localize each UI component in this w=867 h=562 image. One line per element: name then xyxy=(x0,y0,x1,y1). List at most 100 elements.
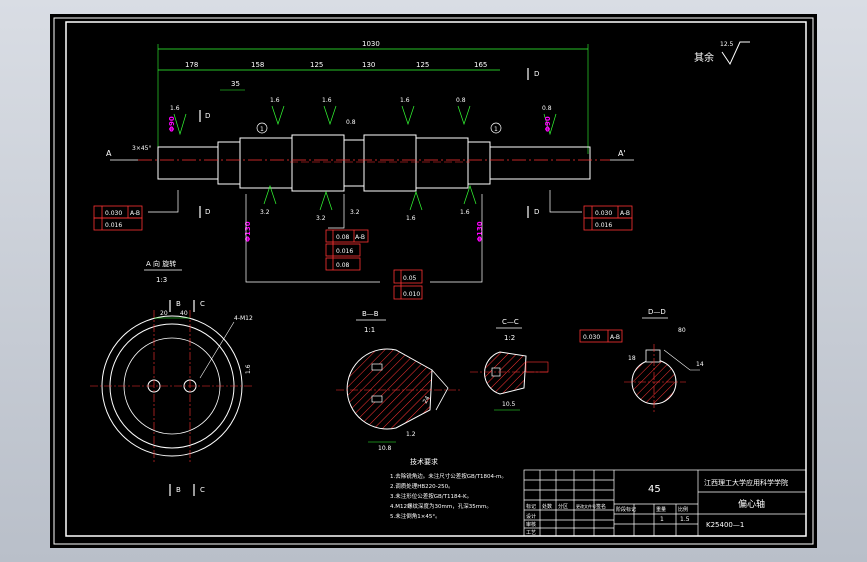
section-cc: C—C 1:2 10.5 xyxy=(470,318,549,411)
section-label-left: A xyxy=(106,149,112,158)
cut-label-2: D xyxy=(205,208,210,216)
tb-drawing-no: K25400—1 xyxy=(706,521,744,529)
tol-center-2-value: 0.016 xyxy=(336,248,353,255)
section-bb-dim-1: 10.8 xyxy=(378,445,392,452)
surface-rest-label: 其余 xyxy=(694,51,714,64)
segment-dim-4: 130 xyxy=(362,61,375,69)
tb-scale-b: 1.5 xyxy=(680,516,690,523)
cut-label-4: D xyxy=(534,208,539,216)
main-shaft-view: 1030 178 158 125 130 125 165 35 A A' 3×4… xyxy=(106,40,634,283)
cut-label-1: D xyxy=(205,112,210,120)
tb-row-label-1: 标记 xyxy=(526,503,536,510)
notes-heading: 技术要求 xyxy=(410,457,438,466)
roughness-callout-2: 1.6 xyxy=(270,97,280,104)
end-label-b-bottom: B xyxy=(176,486,181,494)
end-dim-1: 20 xyxy=(160,310,168,317)
diameter-label-left: Φ90 xyxy=(168,116,176,132)
diameter-label-bottom-left: Φ130 xyxy=(244,221,252,242)
roughness-callout-3: 1.6 xyxy=(322,97,332,104)
tb-col-label-2: 审核 xyxy=(526,521,536,528)
segment-dim-2: 158 xyxy=(251,61,264,69)
end-label-b-top: B xyxy=(176,300,181,308)
tb-col-label-3: 工艺 xyxy=(526,530,536,536)
tol-bottom-1-value: 0.05 xyxy=(403,275,417,282)
segment-dim-1: 178 xyxy=(185,61,198,69)
section-dd-dim-2: 18 xyxy=(628,355,636,362)
end-view-title: A 向 旋转 xyxy=(146,259,176,268)
tb-stage-label-3: 比例 xyxy=(678,506,688,513)
svg-text:12.5: 12.5 xyxy=(720,41,734,48)
surface-rest-symbol: 12.5 xyxy=(720,41,750,66)
roughness-callout-12: 3.2 xyxy=(350,209,360,216)
diameter-label-right: Φ90 xyxy=(544,116,552,132)
tol-right-1-value: 0.030 xyxy=(595,210,612,217)
section-bb-dim-2: 1.2 xyxy=(406,431,416,438)
notes-line-2: 2.调质处理HB220-250。 xyxy=(390,482,454,490)
notes-line-1: 1.去除锐角边。未注尺寸公差按GB/T1804-m。 xyxy=(390,472,507,480)
section-bb-title: B—B xyxy=(362,310,379,318)
tol-center-1-value: 0.08 xyxy=(336,234,350,241)
tb-row-label-3: 分区 xyxy=(558,503,568,510)
tol-center-1-datum: A-B xyxy=(355,234,365,241)
technical-notes: 技术要求 1.去除锐角边。未注尺寸公差按GB/T1804-m。 2.调质处理HB… xyxy=(390,457,507,520)
roughness-callout-7: 3.2 xyxy=(260,209,270,216)
section-cc-title: C—C xyxy=(502,318,519,326)
roughness-callout-6: 0.8 xyxy=(542,105,552,112)
section-cc-scale: 1:2 xyxy=(504,334,515,342)
end-label-c-bottom: C xyxy=(200,486,205,494)
tol-left-1-value: 0.030 xyxy=(105,210,122,217)
tol-center-3-value: 0.08 xyxy=(336,262,350,269)
roughness-callout-9: 1.6 xyxy=(406,215,416,222)
notes-line-3: 3.未注形位公差按GB/T1184-K。 xyxy=(390,492,472,500)
section-cc-dim-1: 10.5 xyxy=(502,401,516,408)
tol-bottom-2-value: 0.010 xyxy=(403,291,420,298)
notes-line-4: 4.M12螺纹深度为30mm，孔深35mm。 xyxy=(390,502,492,510)
tol-right-1-datum: A-B xyxy=(620,210,630,217)
small-dim: 35 xyxy=(231,80,240,88)
tb-row-label-2: 处数 xyxy=(542,503,552,510)
roughness-callout-10: 1.6 xyxy=(460,209,470,216)
end-view: A 向 旋转 1:3 B C B C 4-M12 20 40 1.6 xyxy=(90,259,254,496)
chamfer-dim: 3×45° xyxy=(132,145,151,152)
roughness-callout-11: 0.8 xyxy=(346,119,356,126)
section-dd-tol-datum: A-B xyxy=(610,334,620,341)
tb-school: 江西理工大学应用科学学院 xyxy=(704,478,788,487)
tb-part-name: 偏心轴 xyxy=(738,498,765,510)
section-dd-title: D—D xyxy=(648,308,666,316)
roughness-callout-8: 3.2 xyxy=(316,215,326,222)
tol-right-2-value: 0.016 xyxy=(595,222,612,229)
section-dd-dim-1: 80 xyxy=(678,327,686,334)
tol-left-1-datum: A-B xyxy=(130,210,140,217)
section-label-right: A' xyxy=(618,149,626,158)
section-dd-tol-value: 0.030 xyxy=(583,334,600,341)
tb-stage-label-1: 阶段标记 xyxy=(616,506,636,513)
segment-dim-5: 125 xyxy=(416,61,429,69)
drawing-canvas[interactable]: 其余 12.5 1030 178 158 125 130 125 165 35 xyxy=(50,14,817,548)
tb-material: 45 xyxy=(648,484,661,495)
tb-row-label-5: 签名 xyxy=(596,503,606,510)
section-dd-dim-3: 14 xyxy=(696,361,704,368)
tb-scale-a: 1 xyxy=(660,516,664,523)
tol-left-2-value: 0.016 xyxy=(105,222,122,229)
bolt-spec: 4-M12 xyxy=(234,315,253,322)
tb-stage-label-2: 重量 xyxy=(656,506,666,513)
datum-mark-left: 1 xyxy=(260,126,264,133)
cut-label-3: D xyxy=(534,70,539,78)
section-bb-scale: 1:1 xyxy=(364,326,375,334)
roughness-callout-5: 0.8 xyxy=(456,97,466,104)
section-bb: B—B 1:1 10.8 1.2 24 xyxy=(336,310,460,452)
notes-line-5: 5.未注倒角1×45°。 xyxy=(390,512,441,520)
tb-col-label-1: 设计 xyxy=(526,513,536,520)
roughness-callout-1: 1.6 xyxy=(170,105,180,112)
end-label-c-top: C xyxy=(200,300,205,308)
section-dd: D—D 0.030 A-B 80 18 14 xyxy=(579,308,704,414)
end-view-scale: 1:3 xyxy=(156,276,167,284)
datum-mark-right: 1 xyxy=(494,126,498,133)
roughness-callout-4: 1.6 xyxy=(400,97,410,104)
end-dim-2: 40 xyxy=(180,310,188,317)
segment-dim-6: 165 xyxy=(474,61,487,69)
diameter-label-bottom-right: Φ130 xyxy=(476,221,484,242)
end-dim-3: 1.6 xyxy=(245,364,252,374)
overall-length-dim: 1030 xyxy=(362,40,380,48)
segment-dim-3: 125 xyxy=(310,61,323,69)
